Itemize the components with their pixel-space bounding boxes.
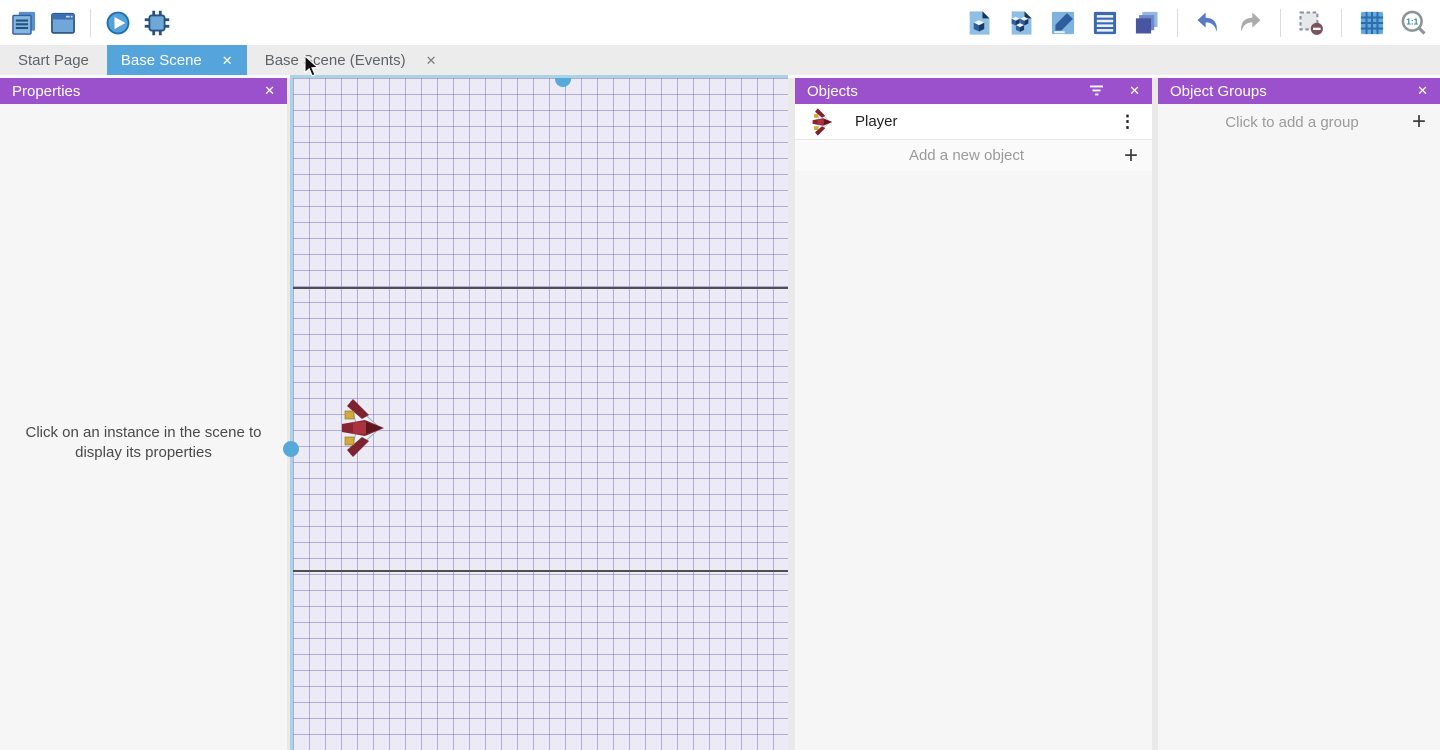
tab-label: Base Scene <box>121 52 202 69</box>
properties-empty-message: Click on an instance in the scene to dis… <box>0 423 287 464</box>
project-manager-button[interactable] <box>8 7 40 39</box>
tab-label: Base Scene (Events) <box>265 52 406 69</box>
game-window-top-border <box>293 287 788 289</box>
objects-panel-header: Objects ✕ <box>795 78 1152 104</box>
zoom-ratio-label: 1:1 <box>1406 16 1418 26</box>
toggle-grid-button[interactable] <box>1356 7 1388 39</box>
game-window-bottom-border <box>293 570 788 572</box>
object-name-label: Player <box>855 113 1117 130</box>
zoom-1-1-icon: 1:1 <box>1400 9 1428 37</box>
add-group-plus-icon[interactable]: + <box>1412 112 1426 131</box>
properties-panel-header: Properties ✕ <box>0 78 287 104</box>
splitter-handle-left[interactable] <box>283 441 299 457</box>
toolbar-separator <box>1280 9 1281 37</box>
properties-panel: Properties ✕ Click on an instance in the… <box>0 78 287 750</box>
instances-list-icon <box>1091 9 1119 37</box>
open-layers-button[interactable] <box>1131 7 1163 39</box>
redo-button[interactable] <box>1234 7 1266 39</box>
object-list-item-player[interactable]: Player ⋮ <box>795 104 1152 140</box>
toolbar-separator <box>90 9 91 37</box>
tab-base-scene[interactable]: Base Scene ✕ <box>107 45 247 75</box>
splitter-handle-top[interactable] <box>555 78 571 87</box>
object-options-kebab-icon[interactable]: ⋮ <box>1117 112 1138 132</box>
grid-icon <box>1358 9 1386 37</box>
properties-panel-title: Properties <box>12 83 80 100</box>
close-icon[interactable]: ✕ <box>1417 83 1428 99</box>
add-new-object-row[interactable]: Add a new object + <box>795 140 1152 171</box>
filter-icon[interactable] <box>1089 84 1107 98</box>
add-group-label: Click to add a group <box>1172 114 1412 131</box>
object-groups-panel: Object Groups ✕ Click to add a group + <box>1158 78 1440 750</box>
toolbar-left-group <box>0 0 173 45</box>
zoom-reset-button[interactable]: 1:1 <box>1398 7 1430 39</box>
start-page-button[interactable] <box>47 7 79 39</box>
tab-close-icon[interactable]: ✕ <box>426 54 437 67</box>
preview-play-icon <box>104 9 132 37</box>
open-object-groups-button[interactable] <box>1005 7 1037 39</box>
toolbar-separator <box>1177 9 1178 37</box>
object-groups-panel-title: Object Groups <box>1170 83 1267 100</box>
project-manager-icon <box>10 9 38 37</box>
open-instances-list-button[interactable] <box>1089 7 1121 39</box>
tab-close-icon[interactable]: ✕ <box>222 54 233 67</box>
player-object-thumbnail <box>809 107 835 137</box>
objects-panel-title: Objects <box>807 83 858 100</box>
player-instance-sprite[interactable] <box>338 396 386 460</box>
scene-canvas[interactable] <box>290 75 788 750</box>
layers-icon <box>1133 9 1161 37</box>
preview-button[interactable] <box>102 7 134 39</box>
close-icon[interactable]: ✕ <box>1129 83 1140 99</box>
properties-icon <box>1049 9 1077 37</box>
add-group-row[interactable]: Click to add a group + <box>1158 104 1440 140</box>
toolbar-separator <box>1341 9 1342 37</box>
close-icon[interactable]: ✕ <box>264 83 275 99</box>
add-new-object-label: Add a new object <box>809 147 1124 164</box>
open-properties-button[interactable] <box>1047 7 1079 39</box>
open-objects-editor-button[interactable] <box>963 7 995 39</box>
delete-instances-button[interactable] <box>1295 7 1327 39</box>
delete-instances-icon <box>1297 9 1325 37</box>
tab-start-page[interactable]: Start Page <box>0 45 107 75</box>
toolbar-right-group: 1:1 <box>963 0 1440 45</box>
undo-icon <box>1194 9 1222 37</box>
add-object-plus-icon[interactable]: + <box>1124 146 1138 165</box>
undo-button[interactable] <box>1192 7 1224 39</box>
object-groups-panel-header: Object Groups ✕ <box>1158 78 1440 104</box>
objects-editor-icon <box>965 9 993 37</box>
start-page-window-icon <box>49 9 77 37</box>
redo-icon <box>1236 9 1264 37</box>
debug-button[interactable] <box>141 7 173 39</box>
editor-main-area: Properties ✕ Click on an instance in the… <box>0 75 1440 750</box>
object-groups-icon <box>1007 9 1035 37</box>
debug-icon <box>143 9 171 37</box>
editor-tab-bar: Start Page Base Scene ✕ Base Scene (Even… <box>0 45 1440 75</box>
tab-label: Start Page <box>18 52 89 69</box>
objects-panel: Objects ✕ Player <box>795 78 1152 750</box>
tab-base-scene-events[interactable]: Base Scene (Events) ✕ <box>247 45 455 75</box>
main-toolbar: 1:1 <box>0 0 1440 45</box>
